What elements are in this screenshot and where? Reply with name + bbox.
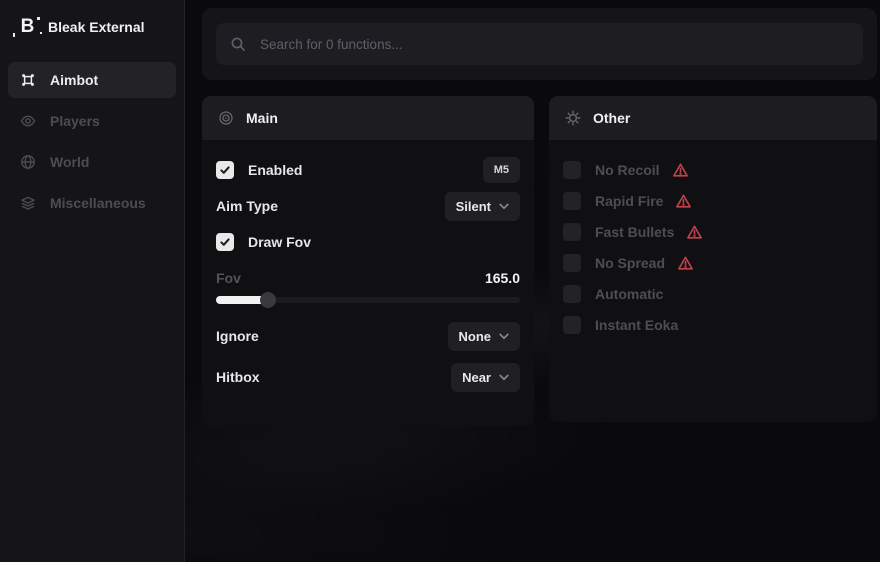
draw-fov-checkbox[interactable] — [216, 233, 234, 251]
checkbox[interactable] — [563, 223, 581, 241]
warning-icon — [677, 255, 694, 272]
sidebar-item-miscellaneous[interactable]: Miscellaneous — [8, 185, 176, 221]
other-row: No Recoil — [563, 158, 863, 182]
ignore-value: None — [459, 329, 492, 344]
panel-main-header: Main — [202, 96, 534, 140]
warning-icon — [672, 162, 689, 179]
other-row: Automatic — [563, 282, 863, 306]
other-row: Rapid Fire — [563, 189, 863, 213]
hitbox-label: Hitbox — [216, 369, 260, 385]
hitbox-row: Hitbox Near — [216, 363, 520, 391]
other-row-label: Rapid Fire — [595, 193, 663, 209]
fov-value: 165.0 — [485, 270, 520, 286]
other-rows: No Recoil Rapid Fire Fast Bullets No Spread… — [549, 140, 877, 347]
sidebar-nav: Aimbot Players — [8, 62, 176, 221]
other-row-label: Automatic — [595, 286, 663, 302]
ignore-row: Ignore None — [216, 322, 520, 350]
enabled-label: Enabled — [248, 162, 302, 178]
warning-icon — [675, 193, 692, 210]
panel-title: Main — [246, 110, 278, 126]
panel-other-header: Other — [549, 96, 877, 140]
panel-title: Other — [593, 110, 630, 126]
sidebar-item-label: Players — [50, 113, 100, 129]
main-content: Main Enabled M5 Aim Type — [186, 0, 880, 562]
enabled-checkbox[interactable] — [216, 161, 234, 179]
sidebar-item-aimbot[interactable]: Aimbot — [8, 62, 176, 98]
ignore-dropdown[interactable]: None — [448, 322, 521, 351]
chevron-down-icon — [499, 374, 509, 381]
search-icon — [230, 36, 246, 52]
sidebar-item-label: World — [50, 154, 89, 170]
panels-row: Main Enabled M5 Aim Type — [202, 96, 877, 426]
panel-main-body: Enabled M5 Aim Type Silent — [202, 140, 534, 401]
other-row-label: No Recoil — [595, 162, 660, 178]
chevron-down-icon — [499, 203, 509, 210]
sidebar-item-world[interactable]: World — [8, 144, 176, 180]
other-row-label: No Spread — [595, 255, 665, 271]
fov-label: Fov — [216, 270, 241, 286]
search-field[interactable] — [216, 23, 863, 65]
chevron-down-icon — [499, 333, 509, 340]
panel-main: Main Enabled M5 Aim Type — [202, 96, 534, 426]
keybind-button[interactable]: M5 — [483, 157, 520, 183]
sidebar-item-label: Aimbot — [50, 72, 98, 88]
other-row-label: Fast Bullets — [595, 224, 674, 240]
checkbox[interactable] — [563, 192, 581, 210]
crosshair-icon — [20, 72, 36, 88]
checkbox[interactable] — [563, 254, 581, 272]
fov-slider[interactable] — [216, 292, 520, 308]
warning-icon — [686, 224, 703, 241]
target-icon — [218, 110, 234, 126]
enabled-row: Enabled M5 — [216, 156, 520, 184]
ignore-label: Ignore — [216, 328, 259, 344]
brand-title: Bleak External — [48, 19, 145, 35]
sidebar-item-players[interactable]: Players — [8, 103, 176, 139]
aim-type-dropdown[interactable]: Silent — [445, 192, 520, 221]
app-window: B Bleak External Aimbot — [0, 0, 880, 562]
gear-icon — [565, 110, 581, 126]
draw-fov-row: Draw Fov — [216, 228, 520, 256]
hitbox-dropdown[interactable]: Near — [451, 363, 520, 392]
search-input[interactable] — [258, 36, 849, 53]
fov-slider-thumb[interactable] — [260, 292, 276, 308]
sidebar-item-label: Miscellaneous — [50, 195, 146, 211]
aim-type-row: Aim Type Silent — [216, 192, 520, 220]
search-container — [202, 8, 877, 80]
draw-fov-label: Draw Fov — [248, 234, 311, 250]
other-row: Fast Bullets — [563, 220, 863, 244]
sidebar: B Bleak External Aimbot — [0, 0, 185, 562]
brand-logo-icon: B — [16, 16, 38, 38]
layers-icon — [20, 195, 36, 211]
eye-icon — [20, 113, 36, 129]
panel-other: Other No RecoilRapid FireFast BulletsNo … — [549, 96, 877, 422]
other-row-label: Instant Eoka — [595, 317, 678, 333]
checkbox[interactable] — [563, 161, 581, 179]
checkbox[interactable] — [563, 285, 581, 303]
aim-type-label: Aim Type — [216, 198, 278, 214]
fov-row: Fov 165.0 — [216, 268, 520, 288]
other-row: No Spread — [563, 251, 863, 275]
hitbox-value: Near — [462, 370, 491, 385]
brand: B Bleak External — [8, 12, 176, 54]
checkbox[interactable] — [563, 316, 581, 334]
globe-icon — [20, 154, 36, 170]
aim-type-value: Silent — [456, 199, 491, 214]
other-row: Instant Eoka — [563, 313, 863, 337]
